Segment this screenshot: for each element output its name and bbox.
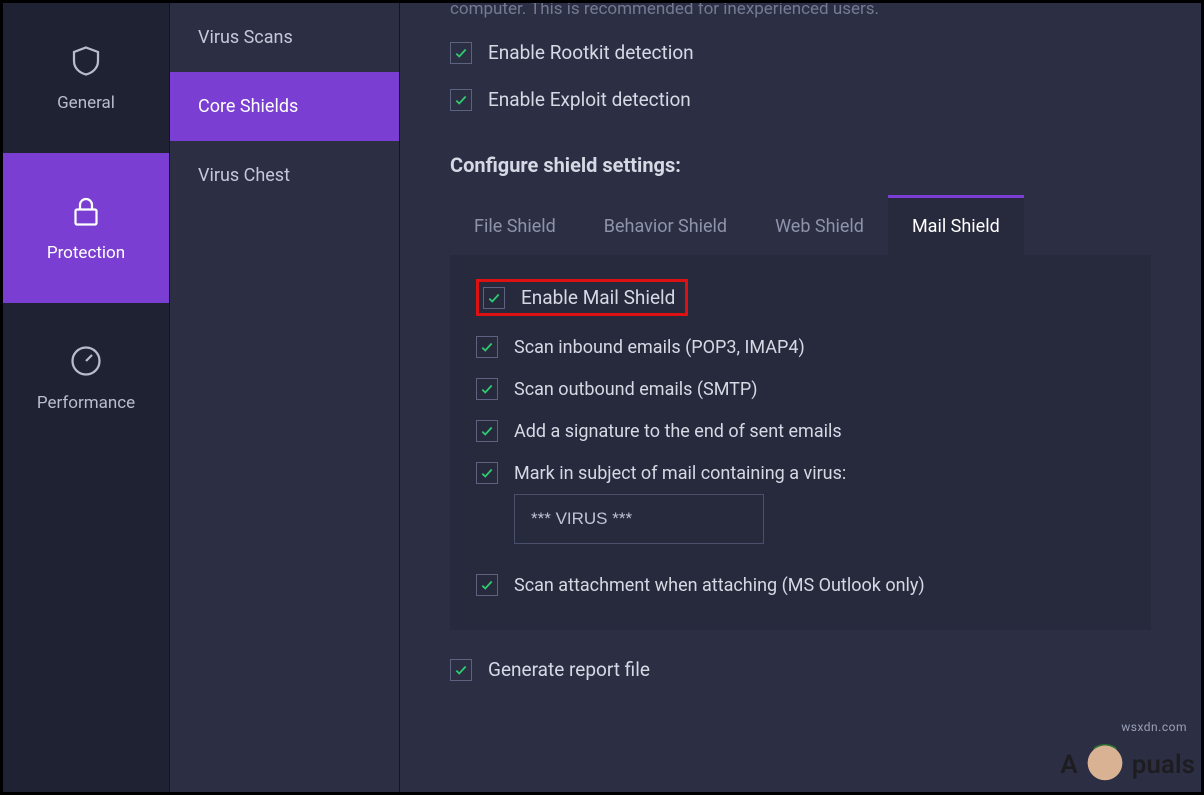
checkbox-icon[interactable]: [450, 89, 472, 111]
rootkit-detection-row[interactable]: Enable Rootkit detection: [450, 41, 1151, 64]
tab-web-shield[interactable]: Web Shield: [751, 195, 888, 255]
shield-icon: [68, 43, 104, 79]
brand-text-right: puals: [1132, 750, 1195, 780]
checkbox-icon[interactable]: [450, 659, 472, 681]
checkbox-label: Add a signature to the end of sent email…: [514, 421, 842, 442]
checkbox-label: Generate report file: [488, 658, 650, 681]
lock-icon: [68, 193, 104, 229]
primary-nav-rail: General Protection Performance: [3, 3, 170, 792]
checkbox-label: Mark in subject of mail containing a vir…: [514, 463, 846, 484]
tab-mail-shield[interactable]: Mail Shield: [888, 195, 1024, 255]
checkbox-icon[interactable]: [476, 574, 498, 596]
brand-text-left: A: [1060, 750, 1077, 780]
checkbox-label: Enable Rootkit detection: [488, 41, 694, 64]
checkbox-icon[interactable]: [476, 420, 498, 442]
subnav-item-virus-scans[interactable]: Virus Scans: [170, 3, 399, 72]
scan-attachment-row[interactable]: Scan attachment when attaching (MS Outlo…: [476, 574, 1125, 596]
tab-behavior-shield[interactable]: Behavior Shield: [580, 195, 751, 255]
gauge-icon: [68, 343, 104, 379]
mark-subject-row[interactable]: Mark in subject of mail containing a vir…: [476, 462, 1125, 484]
rail-item-protection[interactable]: Protection: [3, 153, 169, 303]
rail-item-label: Protection: [47, 243, 125, 263]
subnav-item-core-shields[interactable]: Core Shields: [170, 72, 399, 141]
enable-mail-shield-label: Enable Mail Shield: [521, 286, 675, 309]
exploit-detection-row[interactable]: Enable Exploit detection: [450, 88, 1151, 111]
checkbox-label: Scan outbound emails (SMTP): [514, 379, 758, 400]
checkbox-icon[interactable]: [483, 287, 505, 309]
checkbox-label: Scan inbound emails (POP3, IMAP4): [514, 337, 805, 358]
configure-shield-title: Configure shield settings:: [450, 153, 1151, 177]
mail-shield-body: Enable Mail Shield Scan inbound emails (…: [450, 255, 1151, 630]
checkbox-icon[interactable]: [476, 336, 498, 358]
scan-outbound-row[interactable]: Scan outbound emails (SMTP): [476, 378, 1125, 400]
generate-report-row[interactable]: Generate report file: [450, 658, 1151, 681]
rail-item-performance[interactable]: Performance: [3, 303, 169, 453]
rail-item-general[interactable]: General: [3, 3, 169, 153]
checkbox-icon[interactable]: [476, 462, 498, 484]
scan-inbound-row[interactable]: Scan inbound emails (POP3, IMAP4): [476, 336, 1125, 358]
checkbox-label: Scan attachment when attaching (MS Outlo…: [514, 575, 925, 596]
site-watermark: wsxdn.com: [1121, 720, 1187, 734]
core-shields-panel: computer. This is recommended for inexpe…: [400, 3, 1201, 792]
protection-subnav: Virus Scans Core Shields Virus Chest: [170, 3, 400, 792]
virus-subject-input[interactable]: [514, 494, 764, 544]
mascot-icon: [1084, 744, 1126, 786]
add-signature-row[interactable]: Add a signature to the end of sent email…: [476, 420, 1125, 442]
truncated-description: computer. This is recommended for inexpe…: [450, 3, 1151, 19]
brand-watermark: A puals: [1060, 744, 1195, 786]
shield-tabs: File Shield Behavior Shield Web Shield M…: [450, 195, 1151, 255]
rail-item-label: Performance: [37, 393, 135, 413]
tab-file-shield[interactable]: File Shield: [450, 195, 580, 255]
checkbox-icon[interactable]: [450, 42, 472, 64]
checkbox-label: Enable Exploit detection: [488, 88, 691, 111]
rail-item-label: General: [57, 93, 115, 113]
subnav-item-virus-chest[interactable]: Virus Chest: [170, 141, 399, 210]
enable-mail-shield-highlight: Enable Mail Shield: [476, 279, 688, 316]
checkbox-icon[interactable]: [476, 378, 498, 400]
